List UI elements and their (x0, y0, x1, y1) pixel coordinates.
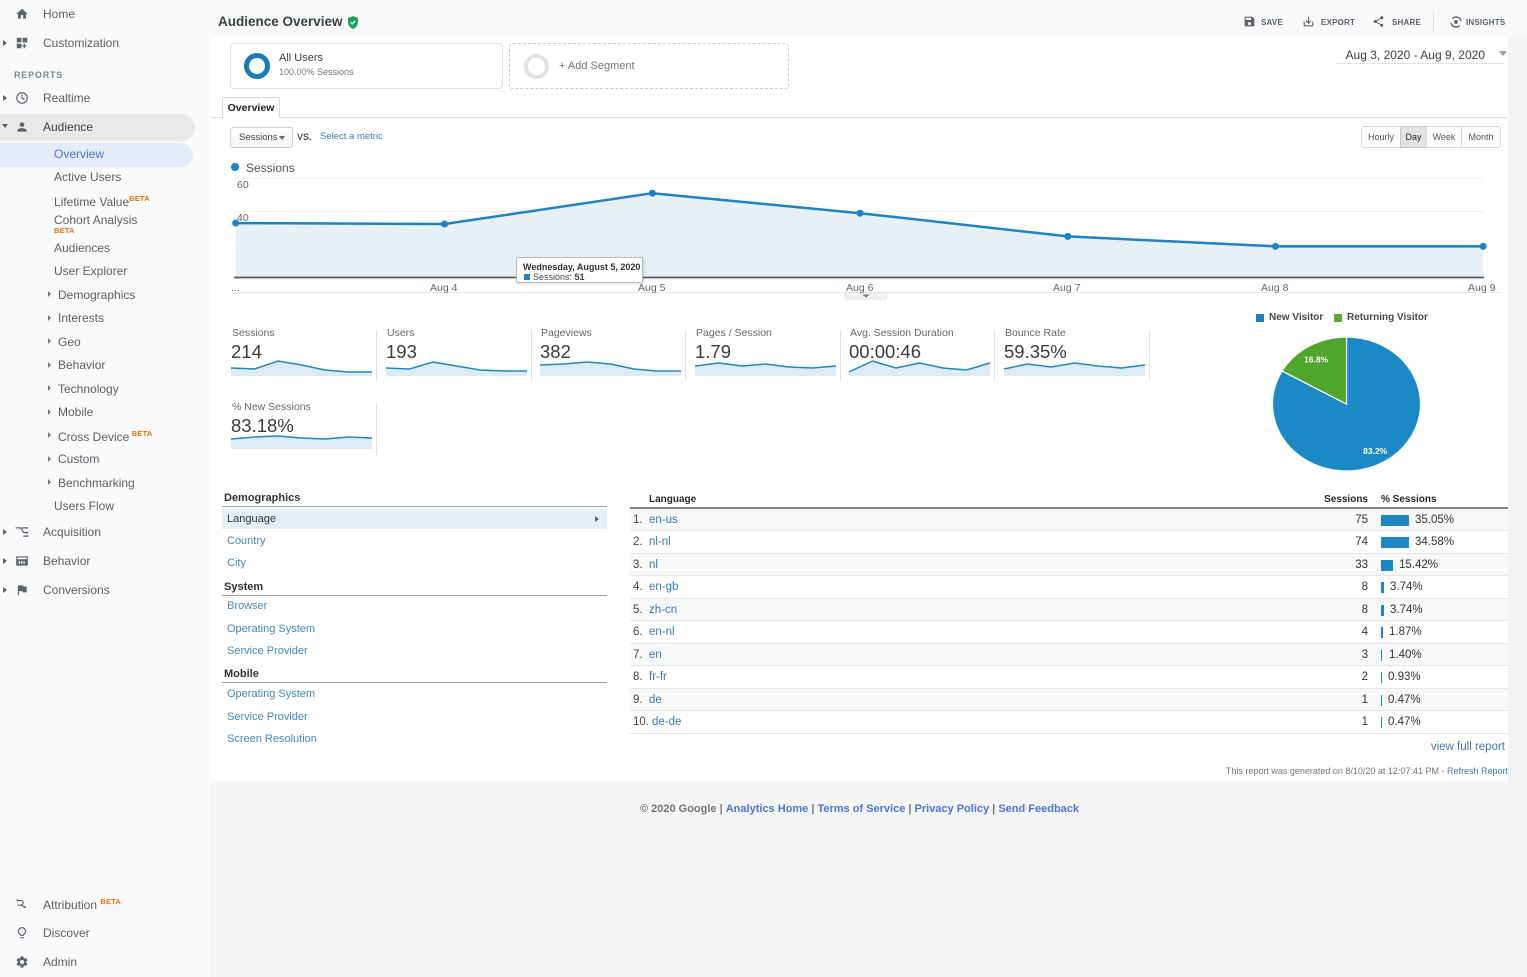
svg-text:83.2%: 83.2% (1363, 446, 1388, 456)
svg-text:16.8%: 16.8% (1304, 354, 1329, 364)
